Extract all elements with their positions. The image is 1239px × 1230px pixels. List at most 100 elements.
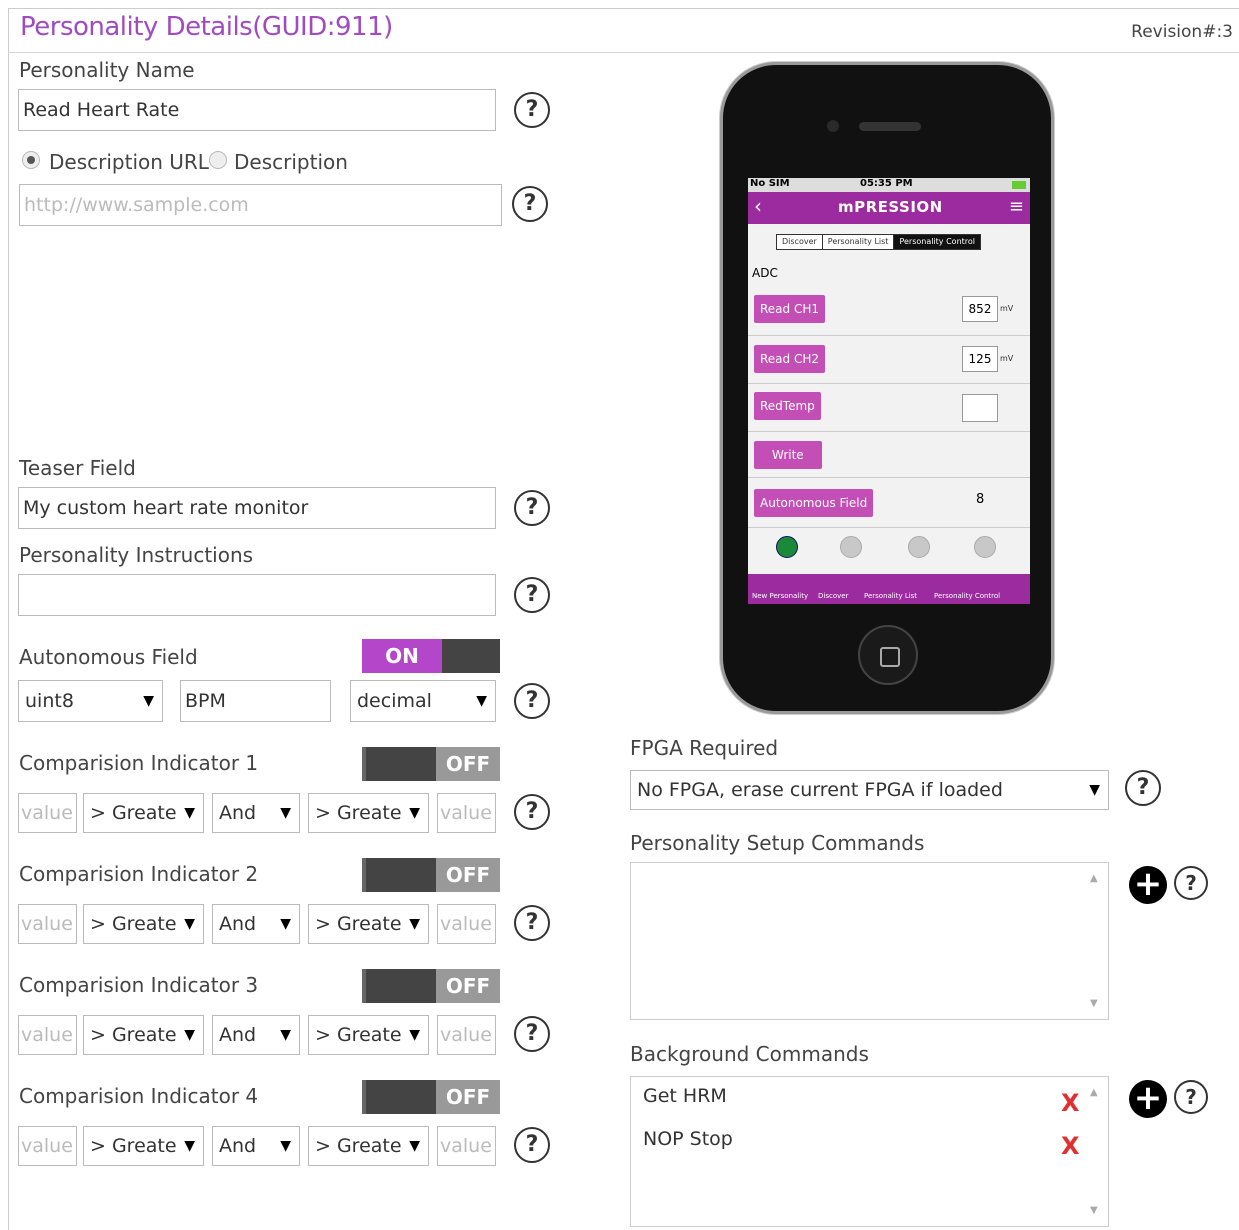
scroll-up-icon[interactable]: ▲: [1090, 873, 1098, 884]
chevron-down-icon: ▼: [184, 1027, 195, 1043]
background-commands-label: Background Commands: [630, 1042, 869, 1066]
chevron-down-icon: ▼: [184, 916, 195, 932]
toggle-off-label: OFF: [436, 1080, 500, 1114]
chevron-down-icon: ▼: [280, 805, 291, 821]
comparison-value-1-input[interactable]: value: [18, 904, 77, 944]
help-icon[interactable]: ?: [1125, 770, 1161, 806]
comparison-op-1-select[interactable]: > Greate ▼: [83, 1126, 204, 1166]
chevron-down-icon: ▼: [476, 693, 487, 709]
comparison-op-2-select[interactable]: > Greate ▼: [308, 1015, 429, 1055]
help-icon[interactable]: ?: [514, 577, 550, 613]
comparison-op-1-select[interactable]: > Greate ▼: [83, 793, 204, 833]
comparison-logic-select[interactable]: And ▼: [212, 1015, 300, 1055]
phone-row-value: 852: [962, 296, 998, 322]
comparison-value-1-input[interactable]: value: [18, 1126, 77, 1166]
operator-value: > Greate: [315, 1024, 402, 1046]
remove-command-icon[interactable]: X: [1061, 1132, 1080, 1160]
personality-name-input[interactable]: Read Heart Rate: [18, 89, 496, 131]
phone-camera: [827, 120, 839, 132]
phone-speaker: [859, 122, 921, 131]
comparison-value-2-input[interactable]: value: [437, 793, 496, 833]
comparison-label: Comparision Indicator 3: [19, 973, 259, 997]
help-icon[interactable]: ?: [514, 1127, 550, 1163]
autonomous-type-select[interactable]: uint8 ▼: [18, 680, 163, 722]
battery-icon: [1012, 181, 1026, 189]
operator-value: > Greate: [315, 802, 402, 824]
comparison-toggle[interactable]: OFF: [362, 858, 500, 892]
segment-personality-list: Personality List: [822, 235, 895, 249]
scrollbar[interactable]: ▲ ▼: [1082, 863, 1108, 1019]
help-icon[interactable]: ?: [1174, 866, 1208, 900]
add-setup-command-button[interactable]: +: [1129, 866, 1167, 904]
phone-row: Read CH1 852 mV: [748, 284, 1030, 336]
autonomous-label: Autonomous Field: [19, 645, 198, 669]
phone-row-button: Read CH1: [754, 295, 826, 323]
revision-label: Revision#:3: [1131, 22, 1233, 42]
phone-row-button: Read CH2: [754, 345, 826, 373]
phone-preview: No SIM 05:35 PM ‹ mPRESSION ≡ Discover P…: [720, 62, 1054, 714]
comparison-value-1-input[interactable]: value: [18, 793, 77, 833]
comparison-logic-select[interactable]: And ▼: [212, 1126, 300, 1166]
help-icon[interactable]: ?: [514, 794, 550, 830]
logic-value: And: [219, 802, 257, 824]
phone-app-bar: ‹ mPRESSION ≡: [748, 192, 1030, 224]
comparison-toggle[interactable]: OFF: [362, 747, 500, 781]
comparison-logic-select[interactable]: And ▼: [212, 793, 300, 833]
tab-discover: Discover: [818, 592, 849, 600]
fpga-select[interactable]: No FPGA, erase current FPGA if loaded ▼: [630, 770, 1109, 810]
operator-value: > Greate: [90, 1024, 177, 1046]
comparison-op-1-select[interactable]: > Greate ▼: [83, 904, 204, 944]
help-icon[interactable]: ?: [514, 490, 550, 526]
operator-value: > Greate: [90, 802, 177, 824]
help-icon[interactable]: ?: [514, 905, 550, 941]
comparison-value-2-input[interactable]: value: [437, 1015, 496, 1055]
comparison-value-2-input[interactable]: value: [437, 904, 496, 944]
comparison-value-1-input[interactable]: value: [18, 1015, 77, 1055]
phone-row-button: Write: [754, 441, 822, 469]
help-icon[interactable]: ?: [514, 92, 550, 128]
description-text-radio[interactable]: [209, 151, 227, 169]
setup-commands-list[interactable]: ▲ ▼: [630, 862, 1109, 1020]
comparison-op-2-select[interactable]: > Greate ▼: [308, 1126, 429, 1166]
comparison-op-2-select[interactable]: > Greate ▼: [308, 793, 429, 833]
help-icon[interactable]: ?: [512, 186, 548, 222]
toggle-knob: [362, 747, 436, 781]
scrollbar[interactable]: ▲ ▼: [1082, 1077, 1108, 1226]
comparison-op-1-select[interactable]: > Greate ▼: [83, 1015, 204, 1055]
help-icon[interactable]: ?: [1174, 1080, 1208, 1114]
logic-value: And: [219, 1024, 257, 1046]
operator-value: > Greate: [315, 913, 402, 935]
comparison-toggle[interactable]: OFF: [362, 1080, 500, 1114]
indicator-dot-gray: [840, 536, 862, 558]
comparison-toggle[interactable]: OFF: [362, 969, 500, 1003]
page-title: Personality Details(GUID:911): [20, 12, 393, 42]
toggle-on-label: ON: [362, 639, 442, 673]
help-icon[interactable]: ?: [514, 683, 550, 719]
autonomous-toggle[interactable]: ON: [362, 639, 500, 673]
toggle-knob: [362, 1080, 436, 1114]
comparison-value-2-input[interactable]: value: [437, 1126, 496, 1166]
remove-command-icon[interactable]: X: [1061, 1089, 1080, 1117]
comparison-op-2-select[interactable]: > Greate ▼: [308, 904, 429, 944]
scroll-down-icon[interactable]: ▼: [1090, 998, 1098, 1009]
command-item[interactable]: NOP Stop: [643, 1128, 733, 1150]
title-bar: Personality Details(GUID:911) Revision#:…: [8, 8, 1239, 53]
carrier-text: No SIM: [750, 178, 790, 189]
background-commands-list[interactable]: Get HRM X NOP Stop X ▲ ▼: [630, 1076, 1109, 1227]
operator-value: > Greate: [315, 1135, 402, 1157]
instructions-input[interactable]: [18, 574, 496, 616]
scroll-up-icon[interactable]: ▲: [1090, 1087, 1098, 1098]
help-icon[interactable]: ?: [514, 1016, 550, 1052]
autonomous-format-select[interactable]: decimal ▼: [350, 680, 496, 722]
comparison-logic-select[interactable]: And ▼: [212, 904, 300, 944]
command-item[interactable]: Get HRM: [643, 1085, 727, 1107]
description-url-radio[interactable]: [22, 151, 40, 169]
teaser-input[interactable]: My custom heart rate monitor: [18, 487, 496, 529]
comparison-label: Comparision Indicator 4: [19, 1084, 259, 1108]
toggle-off-label: OFF: [436, 747, 500, 781]
add-background-command-button[interactable]: +: [1129, 1080, 1167, 1118]
scroll-down-icon[interactable]: ▼: [1090, 1205, 1098, 1216]
phone-row-unit: mV: [1000, 304, 1014, 313]
autonomous-unit-input[interactable]: BPM: [180, 680, 331, 722]
description-url-input[interactable]: http://www.sample.com: [19, 184, 502, 226]
